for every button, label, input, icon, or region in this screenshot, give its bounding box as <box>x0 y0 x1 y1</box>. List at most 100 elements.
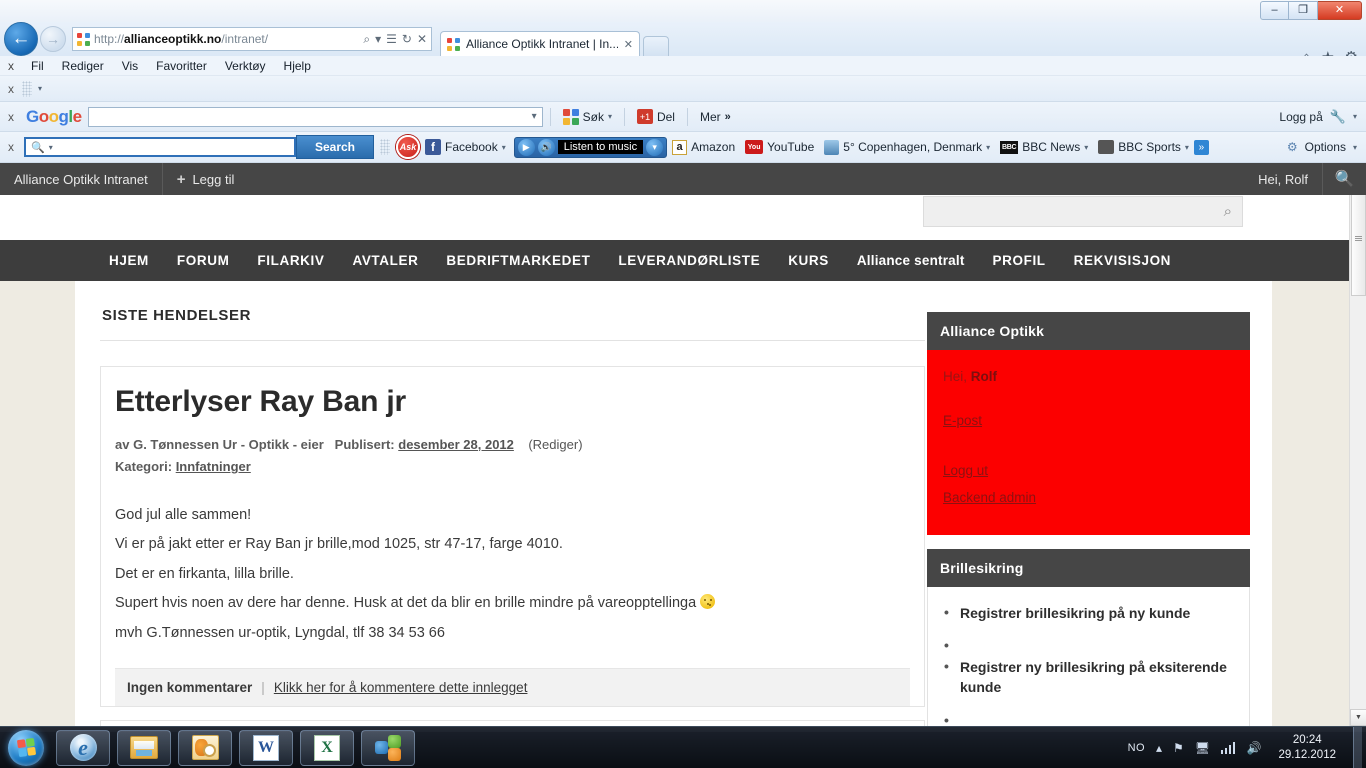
nav-item-forum[interactable]: FORUM <box>163 253 244 268</box>
bbc-news-label: BBC News <box>1022 140 1081 154</box>
nav-item-kurs[interactable]: KURS <box>774 253 843 268</box>
stop-icon[interactable]: ✕ <box>417 32 427 46</box>
google-search-button[interactable]: Søk ▾ <box>558 108 617 125</box>
play-icon[interactable]: ▶ <box>517 138 535 156</box>
ask-logo-icon[interactable]: Ask <box>396 135 420 159</box>
nav-item-avtaler[interactable]: AVTALER <box>338 253 432 268</box>
taskbar-item-word[interactable]: W <box>239 729 293 766</box>
menu-item-vis[interactable]: Vis <box>113 59 147 73</box>
volume-icon[interactable]: 🔊 <box>537 138 555 156</box>
ask-options-button[interactable]: ⚙ Options ▾ <box>1287 140 1366 154</box>
menu-item-rediger[interactable]: Rediger <box>53 59 113 73</box>
adminbar-site-name[interactable]: Alliance Optikk Intranet <box>0 163 162 195</box>
options-gear-icon: ⚙ <box>1286 140 1298 154</box>
menu-item-verktoy[interactable]: Verktøy <box>216 59 275 73</box>
search-icon[interactable]: ⌕ <box>363 32 370 47</box>
site-search-input[interactable]: ⌕ <box>923 196 1243 227</box>
chevron-down-icon-music[interactable]: ▾ <box>646 138 664 156</box>
nav-item-filarkiv[interactable]: FILARKIV <box>243 253 338 268</box>
menu-item-hjelp[interactable]: Hjelp <box>275 59 320 73</box>
action-center-icon[interactable]: 🖥 <box>1195 741 1210 755</box>
menubar-close-icon[interactable]: x <box>0 59 22 73</box>
tray-expand-icon[interactable]: ▴ <box>1156 741 1162 755</box>
adminbar-search-icon[interactable]: 🔍 <box>1322 163 1366 195</box>
refresh-icon[interactable]: ↻ <box>402 32 412 46</box>
scrollbar-thumb[interactable] <box>1351 181 1366 296</box>
logout-link[interactable]: Logg ut <box>943 461 1234 482</box>
google-signin-area[interactable]: Logg på 🔧 ▾ <box>1279 109 1366 125</box>
clock[interactable]: 20:24 29.12.2012 <box>1272 733 1342 762</box>
network-icon[interactable] <box>1220 741 1236 754</box>
ask-search-button[interactable]: Search <box>296 135 374 159</box>
tab-close-icon[interactable]: ✕ <box>624 38 633 51</box>
bbc-sports-button[interactable]: BBC Sports ▾ <box>1093 140 1194 154</box>
ask-search-input[interactable]: 🔍 ▾ <box>24 137 296 157</box>
google-search-input[interactable]: ▾ <box>87 106 543 127</box>
google-share-label: Del <box>656 109 675 124</box>
listen-to-music-widget[interactable]: ▶ 🔊 Listen to music ▾ <box>513 136 668 158</box>
nav-item-bedriftmarkedet[interactable]: BEDRIFTMARKEDET <box>432 253 604 268</box>
volume-icon-tray[interactable]: 🔊 <box>1246 741 1261 755</box>
nav-item-alliance-sentralt[interactable]: Alliance sentralt <box>843 253 979 268</box>
vertical-scrollbar[interactable]: ▲ ▼ <box>1349 163 1366 726</box>
back-button[interactable]: ← <box>4 22 38 56</box>
menu-item-favoritter[interactable]: Favoritter <box>147 59 216 73</box>
nav-item-hjem[interactable]: HJEM <box>95 253 163 268</box>
wrench-icon[interactable]: 🔧 <box>1330 109 1346 125</box>
address-bar[interactable]: http://allianceoptikk.no/intranet/ ⌕ ▾ ☰… <box>72 27 432 51</box>
taskbar-item-office-cells[interactable] <box>361 729 415 766</box>
google-search-label: Søk <box>582 109 604 124</box>
browser-menu-bar: x Fil Rediger Vis Favoritter Verktøy Hje… <box>0 56 1366 76</box>
toolbar-drag-handle-2[interactable] <box>380 139 390 155</box>
show-desktop-button[interactable] <box>1353 726 1362 768</box>
compatibility-view-icon[interactable]: ☰ <box>386 32 397 46</box>
list-item[interactable]: Registrer ny brillesikring på eksiterend… <box>942 656 1235 698</box>
taskbar-item-excel[interactable]: X <box>300 729 354 766</box>
google-share-button[interactable]: +1 Del <box>632 109 680 124</box>
toolbar-close-icon-1[interactable]: x <box>0 82 22 96</box>
ask-toolbar-close-icon[interactable]: x <box>0 140 22 154</box>
email-link[interactable]: E-post <box>943 411 1234 432</box>
nav-item-profil[interactable]: PROFIL <box>979 253 1060 268</box>
chevron-down-icon-google[interactable]: ▾ <box>532 111 537 122</box>
amazon-button[interactable]: a Amazon <box>667 139 740 155</box>
chevron-down-icon-ask[interactable]: ▾ <box>49 143 53 152</box>
scroll-down-icon[interactable]: ▼ <box>1350 709 1366 726</box>
taskbar-item-outlook[interactable] <box>178 729 232 766</box>
chevron-down-icon[interactable]: ▾ <box>375 32 381 46</box>
chevron-down-icon-settings[interactable]: ▾ <box>1353 112 1357 121</box>
weather-button[interactable]: 5° Copenhagen, Denmark ▾ <box>819 139 995 155</box>
start-button[interactable] <box>3 728 49 768</box>
adminbar-greeting[interactable]: Hei, Rolf <box>1244 163 1322 195</box>
adminbar-add-new[interactable]: + Legg til <box>163 163 249 195</box>
category-link[interactable]: Innfatninger <box>176 459 251 474</box>
google-more-button[interactable]: Mer » <box>695 110 736 124</box>
toolbar-overflow-icon[interactable]: » <box>1193 139 1209 155</box>
weather-label: 5° Copenhagen, Denmark <box>843 140 983 154</box>
toolbar-drag-handle-1[interactable] <box>22 80 32 97</box>
new-tab-button[interactable] <box>643 36 669 56</box>
youtube-button[interactable]: You YouTube <box>740 140 819 154</box>
list-item[interactable]: Registrer brillesikring på ny kunde <box>942 602 1235 623</box>
edit-post-link[interactable]: (Rediger) <box>528 437 582 452</box>
nav-item-rekvisisjon[interactable]: REKVISISJON <box>1060 253 1185 268</box>
bbc-sports-icon <box>1098 140 1115 154</box>
bbc-news-button[interactable]: BBC BBC News ▾ <box>995 140 1093 154</box>
minimize-button[interactable]: – <box>1260 1 1289 20</box>
browser-tab-active[interactable]: Alliance Optikk Intranet | In... ✕ <box>440 31 640 56</box>
maximize-button[interactable]: ❐ <box>1289 1 1318 20</box>
forward-button[interactable]: → <box>40 26 66 52</box>
nav-item-leverandorliste[interactable]: LEVERANDØRLISTE <box>604 253 774 268</box>
taskbar-item-internet-explorer[interactable] <box>56 729 110 766</box>
taskbar-item-windows-explorer[interactable] <box>117 729 171 766</box>
close-button[interactable]: ✕ <box>1318 1 1362 20</box>
menu-item-fil[interactable]: Fil <box>22 59 53 73</box>
google-toolbar-close-icon[interactable]: x <box>0 110 22 124</box>
flag-icon[interactable]: ⚑ <box>1173 741 1184 755</box>
published-date-link[interactable]: desember 28, 2012 <box>398 437 514 452</box>
tray-language[interactable]: NO <box>1128 742 1145 754</box>
backend-admin-link[interactable]: Backend admin <box>943 488 1234 509</box>
chevron-down-icon-toolbar1[interactable]: ▾ <box>38 84 42 93</box>
facebook-button[interactable]: f Facebook ▾ <box>420 139 511 155</box>
add-comment-link[interactable]: Klikk her for å kommentere dette innlegg… <box>274 680 528 695</box>
